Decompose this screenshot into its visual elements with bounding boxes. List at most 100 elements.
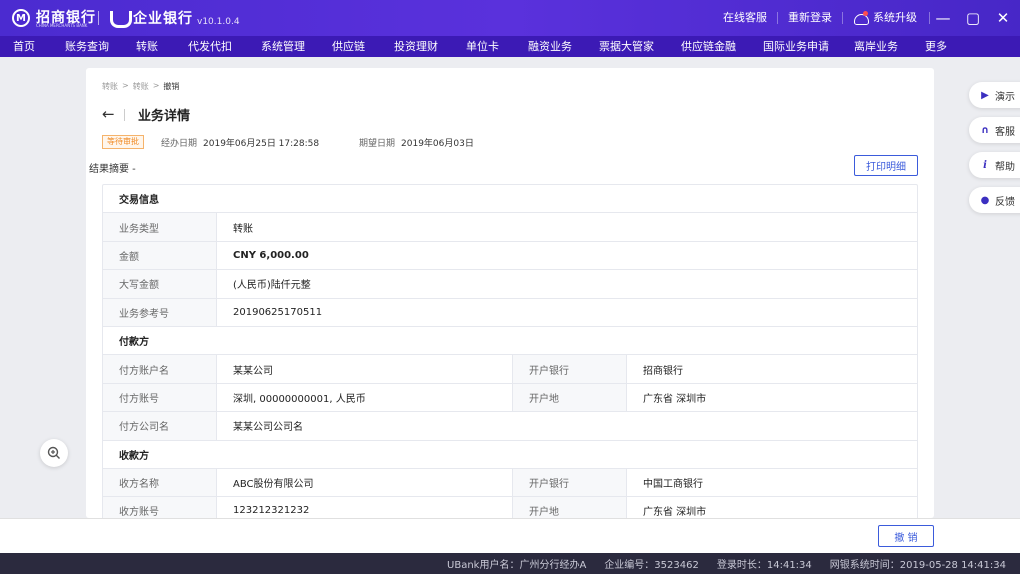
section-trade-info: 交易信息 (103, 185, 917, 214)
customer-service-button[interactable]: ∩ 客服 (969, 117, 1020, 143)
relogin-link[interactable]: 重新登录 (778, 12, 843, 24)
payee-location-label: 开户地 (513, 497, 627, 518)
maximize-button[interactable]: ▢ (960, 0, 986, 36)
nav-item-international[interactable]: 国际业务申请 (763, 36, 829, 57)
zoom-button[interactable] (40, 439, 68, 467)
corp-bank-logo: 企业银行 (108, 8, 193, 28)
payee-bank-label: 开户银行 (513, 468, 627, 497)
payee-account-no-value: 123212321232 (217, 497, 513, 518)
breadcrumb: 转账 > 转账 > 撤销 (102, 81, 179, 92)
table-row: 收方名称 ABC股份有限公司 开户银行 中国工商银行 (103, 468, 917, 498)
nav-item-offshore[interactable]: 离岸业务 (854, 36, 898, 57)
zoom-in-icon (47, 446, 60, 459)
amount-upper-value: (人民币)陆仟元整 (233, 280, 311, 292)
system-upgrade-label: 系统升级 (873, 11, 917, 24)
trade-type-value: 转账 (233, 223, 253, 235)
payer-company-label: 付方公司名 (103, 412, 217, 440)
expect-date: 期望日期 2019年06月03日 (359, 136, 474, 149)
payer-location-value: 广东省 深圳市 (643, 393, 707, 405)
nav-item-system-admin[interactable]: 系统管理 (261, 36, 305, 57)
payee-location-group: 开户地 广东省 深圳市 (513, 497, 805, 518)
handle-date-value: 2019年06月25日 17:28:58 (203, 139, 320, 149)
breadcrumb-item[interactable]: 转账 (133, 81, 149, 92)
app-version: v10.1.0.4 (197, 17, 240, 27)
payer-location-label: 开户地 (513, 383, 627, 412)
info-icon: i (983, 159, 987, 171)
breadcrumb-current: 撤销 (163, 82, 180, 91)
payer-bank-group: 开户银行 招商银行 (513, 355, 805, 383)
nav-item-bill-manager[interactable]: 票据大管家 (599, 36, 654, 57)
payer-bank-label: 开户银行 (513, 355, 627, 383)
table-row: 业务参考号 20190625170511 (103, 298, 917, 327)
payee-name-value: ABC股份有限公司 (217, 468, 513, 497)
bank-sub-name: CHINA MERCHANTS BANK (36, 23, 88, 28)
section-payee: 收款方 (103, 441, 917, 469)
status-system-time: 网银系统时间：2019-05-28 14:41:34 (829, 560, 1006, 571)
back-arrow-icon[interactable]: ← (102, 105, 115, 123)
amount-value: CNY 6,000.00 (233, 249, 309, 261)
cloud-upgrade-icon (853, 11, 869, 25)
nav-item-payroll[interactable]: 代发代扣 (188, 36, 232, 57)
play-icon: ▶ (981, 89, 989, 101)
table-row: 大写金额 (人民币)陆仟元整 (103, 270, 917, 299)
status-badge: 等待审批 (102, 135, 144, 149)
customer-service-label: 客服 (995, 126, 1015, 138)
feedback-label: 反馈 (995, 196, 1015, 208)
payee-account-no-label: 收方账号 (103, 497, 217, 518)
nav-item-transfer[interactable]: 转账 (136, 36, 158, 57)
titlebar-actions: 在线客服 重新登录 系统升级 — ▢ ✕ (713, 0, 1020, 36)
minimize-icon: — (935, 9, 951, 27)
chat-bubble-icon: ● (980, 194, 990, 206)
help-button[interactable]: i 帮助 (969, 152, 1020, 178)
page-title: 业务详情 (138, 109, 191, 124)
demo-button[interactable]: ▶ 演示 (969, 82, 1020, 108)
cancel-button[interactable]: 撤 销 (878, 525, 934, 547)
table-row: 付方账户名 某某公司 开户银行 招商银行 (103, 355, 917, 384)
payer-account-no-label: 付方账号 (103, 383, 217, 412)
payee-bank-value: 中国工商银行 (643, 479, 703, 491)
table-row: 业务类型 转账 (103, 213, 917, 242)
status-bar: UBank用户名：广州分行经办A 企业编号：3523462 登录时长：14:41… (0, 553, 1020, 574)
corp-bank-name: 企业银行 (133, 11, 193, 27)
payer-account-name-value: 某某公司 (217, 355, 513, 383)
print-detail-button[interactable]: 打印明细 (854, 155, 918, 176)
system-upgrade-link[interactable]: 系统升级 (843, 11, 930, 25)
online-service-link[interactable]: 在线客服 (713, 12, 778, 24)
breadcrumb-item[interactable]: 转账 (102, 81, 118, 92)
status-corp-no: 企业编号：3523462 (604, 560, 699, 571)
trade-type-label: 业务类型 (103, 213, 217, 241)
nav-item-more[interactable]: 更多 (925, 36, 947, 57)
table-row: 收方账号 123212321232 开户地 广东省 深圳市 (103, 497, 917, 518)
detail-table: 交易信息 业务类型 转账 金额 CNY 6,000.00 大写金额 (人民币)陆… (102, 184, 918, 518)
nav-item-investment[interactable]: 投资理财 (394, 36, 438, 57)
close-button[interactable]: ✕ (990, 0, 1016, 36)
detail-card: 转账 > 转账 > 撤销 ← 业务详情 等待审批 经办日期 2019年06月25日… (86, 68, 934, 518)
help-label: 帮助 (995, 161, 1015, 173)
payer-account-no-value: 深圳, 00000000001, 人民币 (217, 383, 513, 412)
cmb-logo-icon: M (12, 9, 30, 27)
section-payer: 付款方 (103, 327, 917, 356)
action-bar: 撤 销 (0, 518, 1020, 553)
expect-date-label: 期望日期 (359, 139, 396, 149)
demo-label: 演示 (995, 91, 1015, 103)
status-login-time: 登录时长：14:41:34 (716, 560, 812, 571)
nav-item-supply-finance[interactable]: 供应链金融 (681, 36, 736, 57)
payer-location-group: 开户地 广东省 深圳市 (513, 383, 805, 412)
feedback-button[interactable]: ● 反馈 (969, 187, 1020, 213)
result-summary: 结果摘要 - (89, 164, 136, 175)
title-divider (124, 109, 125, 121)
nav-item-financing[interactable]: 融资业务 (528, 36, 572, 57)
nav-item-supply-chain[interactable]: 供应链 (332, 36, 365, 57)
table-row: 付方公司名 某某公司公司名 (103, 412, 917, 441)
nav-item-corp-card[interactable]: 单位卡 (466, 36, 499, 57)
nav-item-home[interactable]: 首页 (13, 36, 35, 57)
minimize-button[interactable]: — (930, 0, 956, 36)
breadcrumb-separator-icon: > (122, 81, 129, 90)
payee-location-value: 广东省 深圳市 (643, 507, 707, 518)
handle-date: 经办日期 2019年06月25日 17:28:58 (161, 136, 319, 149)
payer-company-value: 某某公司公司名 (233, 422, 303, 434)
handle-date-label: 经办日期 (161, 139, 198, 149)
reference-no-label: 业务参考号 (103, 298, 217, 326)
corp-bank-icon (108, 9, 132, 28)
nav-item-account-query[interactable]: 账务查询 (65, 36, 109, 57)
